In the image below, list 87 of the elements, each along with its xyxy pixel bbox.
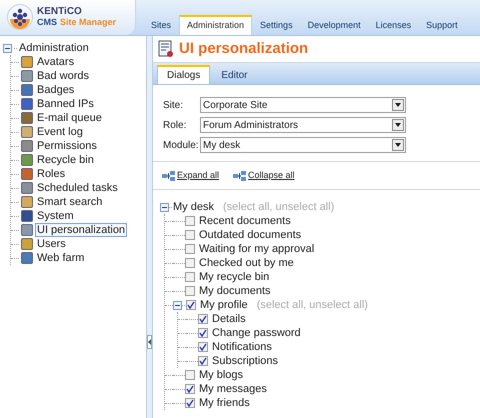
module-icon bbox=[21, 252, 33, 264]
tab[interactable]: Sites bbox=[144, 17, 178, 35]
module-icon bbox=[21, 154, 33, 166]
collapse-icon[interactable] bbox=[3, 44, 12, 52]
link[interactable]: Collapse all bbox=[248, 168, 295, 182]
module-icon bbox=[21, 196, 33, 208]
sidebar-item[interactable]: Badges bbox=[35, 83, 76, 97]
module-icon bbox=[21, 126, 33, 138]
sidebar-item[interactable]: Bad words bbox=[35, 69, 91, 83]
checkbox[interactable] bbox=[185, 258, 195, 268]
collapse-icon[interactable] bbox=[160, 202, 169, 212]
tab[interactable]: Development bbox=[300, 17, 368, 35]
checkbox[interactable] bbox=[185, 384, 195, 394]
checkbox[interactable] bbox=[198, 328, 208, 338]
personalization-icon bbox=[158, 40, 174, 58]
tree-item-label: Details bbox=[212, 312, 246, 327]
sidebar-item[interactable]: Users bbox=[35, 237, 68, 251]
module-icon bbox=[21, 238, 33, 250]
tab[interactable]: Support bbox=[419, 17, 465, 35]
logo-text: KENTiCO bbox=[37, 6, 83, 17]
tab[interactable]: Editor bbox=[212, 67, 256, 84]
checkbox[interactable] bbox=[198, 356, 208, 366]
checkbox[interactable] bbox=[185, 370, 195, 380]
logo-text: CMS bbox=[37, 17, 57, 28]
page-title: UI personalization bbox=[179, 38, 308, 59]
checkbox[interactable] bbox=[185, 244, 195, 254]
field-label: Site: bbox=[163, 98, 184, 112]
module-icon bbox=[21, 210, 33, 222]
tree-item-label: My messages bbox=[199, 382, 267, 397]
module-icon bbox=[21, 98, 33, 110]
tree-item-label: Waiting for my approval bbox=[199, 242, 314, 257]
tree-nodes-icon bbox=[233, 170, 246, 180]
module-icon bbox=[21, 182, 33, 194]
checkbox[interactable] bbox=[185, 272, 195, 282]
checkbox[interactable] bbox=[185, 230, 195, 240]
sidebar-item[interactable]: Recycle bin bbox=[35, 153, 96, 167]
sidebar-item[interactable]: UI personalization bbox=[35, 223, 128, 237]
module-icon bbox=[21, 84, 33, 96]
tree-item-label: Notifications bbox=[212, 340, 272, 355]
tree-item-label: My documents bbox=[199, 284, 271, 299]
checkbox[interactable] bbox=[185, 286, 195, 296]
tree-item-label: Checked out by me bbox=[199, 256, 294, 271]
sidebar-item[interactable]: Avatars bbox=[35, 55, 76, 69]
tree-item-label: My desk bbox=[173, 200, 214, 215]
tree-item-label: Outdated documents bbox=[199, 228, 302, 243]
checkbox[interactable] bbox=[198, 342, 208, 352]
tree-nodes-icon bbox=[162, 170, 175, 180]
field-label: Module: bbox=[163, 138, 200, 152]
collapse-icon[interactable] bbox=[173, 300, 182, 310]
tree-item-label: My blogs bbox=[199, 368, 244, 383]
logo-text: Site Manager bbox=[60, 17, 116, 28]
link[interactable]: Expand all bbox=[177, 168, 220, 182]
select-field[interactable]: Corporate Site bbox=[200, 97, 406, 113]
module-icon bbox=[21, 70, 33, 82]
sidebar-item[interactable]: Smart search bbox=[35, 195, 104, 209]
field-label: Role: bbox=[163, 118, 188, 132]
tree-item-label: Recent documents bbox=[199, 214, 291, 229]
sidebar-item[interactable]: Web farm bbox=[35, 251, 86, 265]
tree-item-label: My recycle bin bbox=[199, 270, 270, 285]
select-field[interactable]: My desk bbox=[200, 137, 406, 153]
tree-item-label: My profile bbox=[200, 298, 248, 313]
module-icon bbox=[21, 140, 33, 152]
checkbox[interactable] bbox=[186, 300, 196, 310]
sidebar-item[interactable]: Permissions bbox=[35, 139, 99, 153]
tree-item-label: Subscriptions bbox=[212, 354, 278, 369]
select-field[interactable]: Forum Administrators bbox=[200, 117, 406, 133]
module-icon bbox=[21, 112, 33, 124]
module-icon bbox=[21, 56, 33, 68]
tree-item-label: Change password bbox=[212, 326, 301, 341]
sidebar-item[interactable]: Banned IPs bbox=[35, 97, 96, 111]
checkbox[interactable] bbox=[185, 216, 195, 226]
sidebar-item[interactable]: Roles bbox=[35, 167, 68, 181]
module-icon bbox=[21, 224, 33, 236]
tab[interactable]: Licenses bbox=[368, 17, 418, 35]
logo-icon bbox=[7, 4, 33, 30]
tab[interactable]: Settings bbox=[253, 17, 300, 35]
sidebar-item[interactable]: System bbox=[35, 209, 76, 223]
tree-root-label[interactable]: Administration bbox=[19, 40, 89, 56]
module-icon bbox=[21, 168, 33, 180]
sidebar-item[interactable]: Event log bbox=[35, 125, 85, 139]
sidebar-item[interactable]: E-mail queue bbox=[35, 111, 104, 125]
tab[interactable]: Administration bbox=[179, 15, 252, 35]
checkbox[interactable] bbox=[198, 314, 208, 324]
tab[interactable]: Dialogs bbox=[157, 65, 210, 84]
checkbox[interactable] bbox=[185, 398, 195, 408]
sidebar-item[interactable]: Scheduled tasks bbox=[35, 181, 120, 195]
tree-item-label: My friends bbox=[199, 396, 250, 411]
